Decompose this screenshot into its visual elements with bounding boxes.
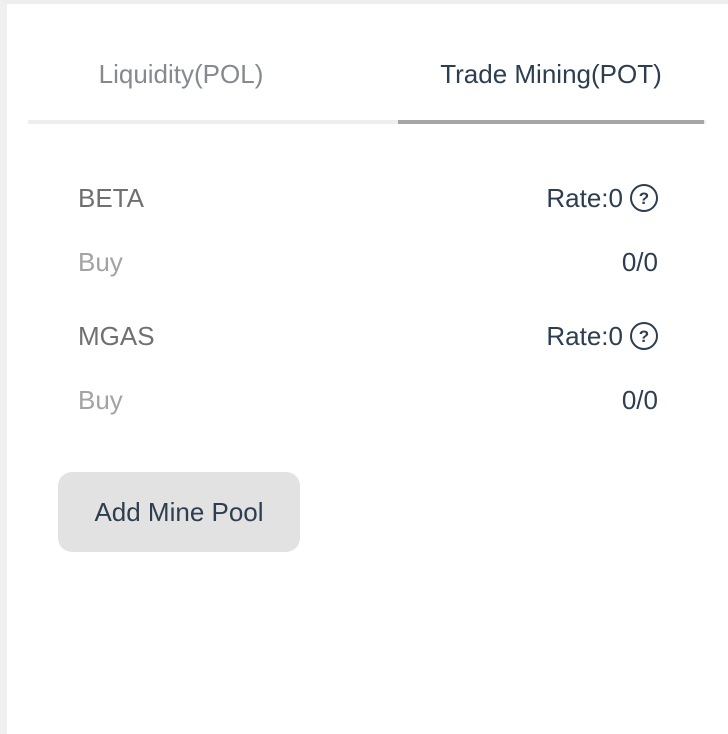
pool-list: BETA Rate:0 ? Buy 0/0 MGAS Rate:0 ? Buy … — [78, 168, 658, 444]
pool-action-label: Buy — [78, 384, 123, 415]
pool-item-mgas: MGAS Rate:0 ? Buy 0/0 — [78, 306, 658, 444]
pool-action-label: Buy — [78, 246, 123, 277]
active-tab-indicator — [398, 120, 704, 124]
pool-header: BETA Rate:0 ? — [78, 168, 658, 228]
pool-header: MGAS Rate:0 ? — [78, 306, 658, 366]
pool-detail: Buy 0/0 — [78, 232, 658, 292]
add-mine-pool-button[interactable]: Add Mine Pool — [58, 472, 300, 552]
pool-rate: Rate:0 ? — [546, 183, 658, 214]
pool-detail: Buy 0/0 — [78, 370, 658, 430]
pool-name: MGAS — [78, 320, 155, 351]
tab-trade-mining[interactable]: Trade Mining(POT) — [398, 45, 704, 120]
pool-rate: Rate:0 ? — [546, 321, 658, 352]
pool-amount: 0/0 — [621, 246, 658, 277]
pool-rate-value: Rate:0 — [546, 182, 623, 213]
pool-rate-value: Rate:0 — [546, 320, 623, 351]
pool-name: BETA — [78, 182, 144, 213]
help-icon[interactable]: ? — [630, 184, 658, 212]
pool-amount: 0/0 — [621, 384, 658, 415]
tab-bar: Liquidity(POL) Trade Mining(POT) — [28, 45, 706, 124]
pool-item-beta: BETA Rate:0 ? Buy 0/0 — [78, 168, 658, 306]
help-icon[interactable]: ? — [630, 322, 658, 350]
tab-liquidity[interactable]: Liquidity(POL) — [28, 45, 334, 120]
